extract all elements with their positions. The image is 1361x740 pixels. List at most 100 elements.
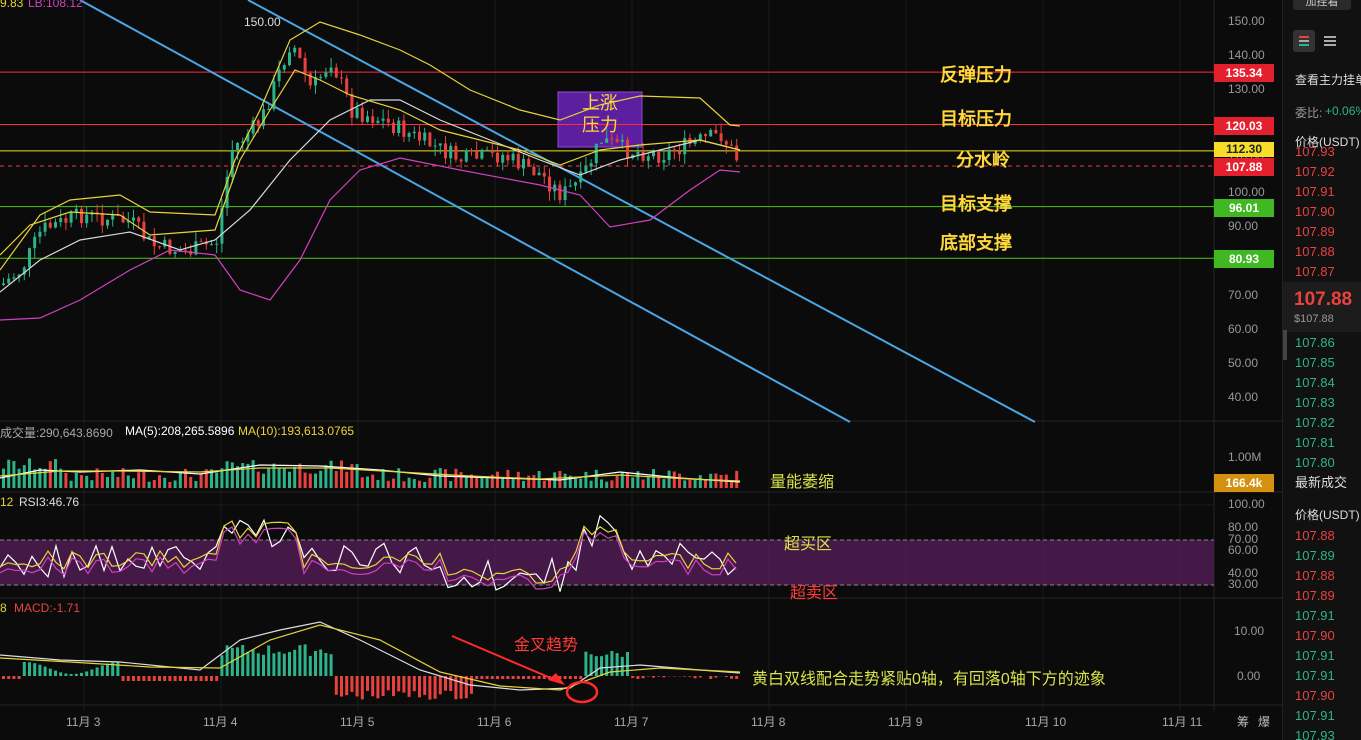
- candle-body: [319, 76, 323, 78]
- main-orders-title[interactable]: 查看主力挂单: [1295, 71, 1361, 88]
- candle-body: [137, 217, 141, 222]
- macd-bar: [319, 649, 323, 676]
- candle-body: [288, 52, 291, 66]
- trades-title[interactable]: 最新成交: [1295, 472, 1347, 491]
- macd-bar: [345, 676, 349, 696]
- orderbook-row[interactable]: 107.85: [1295, 355, 1335, 370]
- macd-bar: [282, 653, 286, 676]
- kline-chart-area[interactable]: 9.83 LB:108.12 150.00 150.00 140.00 130.00…: [0, 0, 1282, 740]
- macd-bar: [418, 676, 421, 698]
- macd-bar: [698, 676, 702, 678]
- orderbook-row[interactable]: 107.88: [1295, 568, 1335, 583]
- volume-bar: [163, 477, 167, 488]
- macd-bar: [438, 676, 442, 695]
- orderbook-list-icon[interactable]: [1319, 30, 1341, 52]
- rise-pressure-line1: 上涨: [582, 93, 618, 113]
- orderbook-row[interactable]: 107.90: [1295, 204, 1335, 219]
- orderbook-row[interactable]: 107.91: [1295, 184, 1335, 199]
- volume-tag: 166.4k: [1214, 474, 1274, 492]
- volume-bar: [366, 476, 369, 488]
- orderbook-row[interactable]: 107.93: [1295, 144, 1335, 159]
- top-button[interactable]: 加挂看: [1293, 0, 1351, 10]
- orderbook-row[interactable]: 107.81: [1295, 435, 1335, 450]
- volume-bar: [314, 473, 317, 488]
- orderbook-row[interactable]: 107.84: [1295, 375, 1335, 390]
- orderbook-row[interactable]: 107.91: [1295, 708, 1335, 723]
- candle-body: [438, 143, 442, 146]
- candle-body: [724, 141, 728, 145]
- golden-cross-circle: [565, 680, 599, 704]
- collapse-handle[interactable]: [1283, 330, 1287, 360]
- orderbook-row[interactable]: 107.89: [1295, 548, 1335, 563]
- candle-body: [542, 172, 546, 177]
- macd-bar: [28, 662, 31, 676]
- macd-bar: [147, 676, 151, 681]
- volume-bar: [230, 462, 234, 488]
- candle-body: [12, 277, 16, 279]
- orderbook-row[interactable]: 107.82: [1295, 415, 1335, 430]
- macd-bar: [501, 676, 505, 679]
- orderbook-row[interactable]: 107.88: [1295, 528, 1335, 543]
- candle-body: [412, 131, 416, 134]
- orderbook-row[interactable]: 107.89: [1295, 224, 1335, 239]
- burst-icon[interactable]: 爆: [1258, 713, 1270, 730]
- orderbook-panel: 加挂看 查看主力挂单 委比: +0.06% 价格(USDT) 107.93 107…: [1282, 0, 1361, 740]
- macd-bar: [459, 676, 463, 699]
- candle-body: [454, 145, 458, 160]
- orderbook-row[interactable]: 107.93: [1295, 728, 1335, 740]
- orderbook-row[interactable]: 107.80: [1295, 455, 1335, 470]
- macd-bar: [152, 676, 156, 681]
- volume-bar: [147, 481, 151, 488]
- macd-bar: [80, 672, 83, 676]
- orderbook-both-icon[interactable]: [1293, 30, 1315, 52]
- candle-body: [236, 142, 239, 151]
- candle-body: [496, 152, 499, 163]
- target-resistance-tag: 120.03: [1214, 117, 1274, 135]
- watershed-label: 分水岭: [956, 150, 1010, 170]
- orderbook-row[interactable]: 107.90: [1295, 688, 1335, 703]
- candle-body: [464, 150, 468, 162]
- orderbook-row[interactable]: 107.90: [1295, 628, 1335, 643]
- candle-body: [199, 241, 203, 243]
- orderbook-row[interactable]: 107.88: [1295, 244, 1335, 259]
- volume-bar: [22, 465, 26, 488]
- candle-body: [480, 149, 484, 159]
- candle-body: [293, 47, 297, 53]
- candle-body: [366, 116, 369, 122]
- volume-bar: [340, 460, 343, 488]
- orderbook-row[interactable]: 107.86: [1295, 335, 1335, 350]
- orderbook-row[interactable]: 107.91: [1295, 648, 1335, 663]
- candle-body: [282, 65, 286, 70]
- peak-price-label: 150.00: [244, 15, 281, 29]
- candle-body: [340, 77, 343, 79]
- volume-bar: [444, 469, 447, 488]
- candle-body: [350, 93, 354, 118]
- rsi-axis-tick: 100.00: [1228, 497, 1265, 511]
- orderbook-row[interactable]: 107.87: [1295, 264, 1335, 279]
- volume-bar: [704, 479, 707, 488]
- candle-body: [501, 154, 505, 163]
- orderbook-row[interactable]: 107.83: [1295, 395, 1335, 410]
- orderbook-row[interactable]: 107.91: [1295, 668, 1335, 683]
- volume-bar: [672, 471, 676, 488]
- macd-bar: [74, 673, 78, 676]
- macd-bar: [262, 654, 265, 676]
- candle-body: [444, 143, 447, 159]
- candle-body: [418, 131, 421, 141]
- candle-body: [568, 185, 572, 187]
- volume-bar: [7, 459, 11, 488]
- rsi-band: [0, 540, 1214, 585]
- volume-bar: [173, 480, 177, 488]
- volume-bar: [615, 475, 619, 488]
- orderbook-row[interactable]: 107.91: [1295, 608, 1335, 623]
- orderbook-row[interactable]: 107.92: [1295, 164, 1335, 179]
- volume-bar: [132, 478, 135, 488]
- macd-bar: [59, 672, 63, 676]
- rsi-axis-tick: 30.00: [1228, 577, 1259, 591]
- candle-body: [298, 47, 302, 58]
- volume-bar: [85, 475, 89, 488]
- candle-body: [704, 134, 707, 137]
- volume-bar: [735, 470, 739, 488]
- orderbook-row[interactable]: 107.89: [1295, 588, 1335, 603]
- chip-icon[interactable]: 筹: [1237, 713, 1249, 730]
